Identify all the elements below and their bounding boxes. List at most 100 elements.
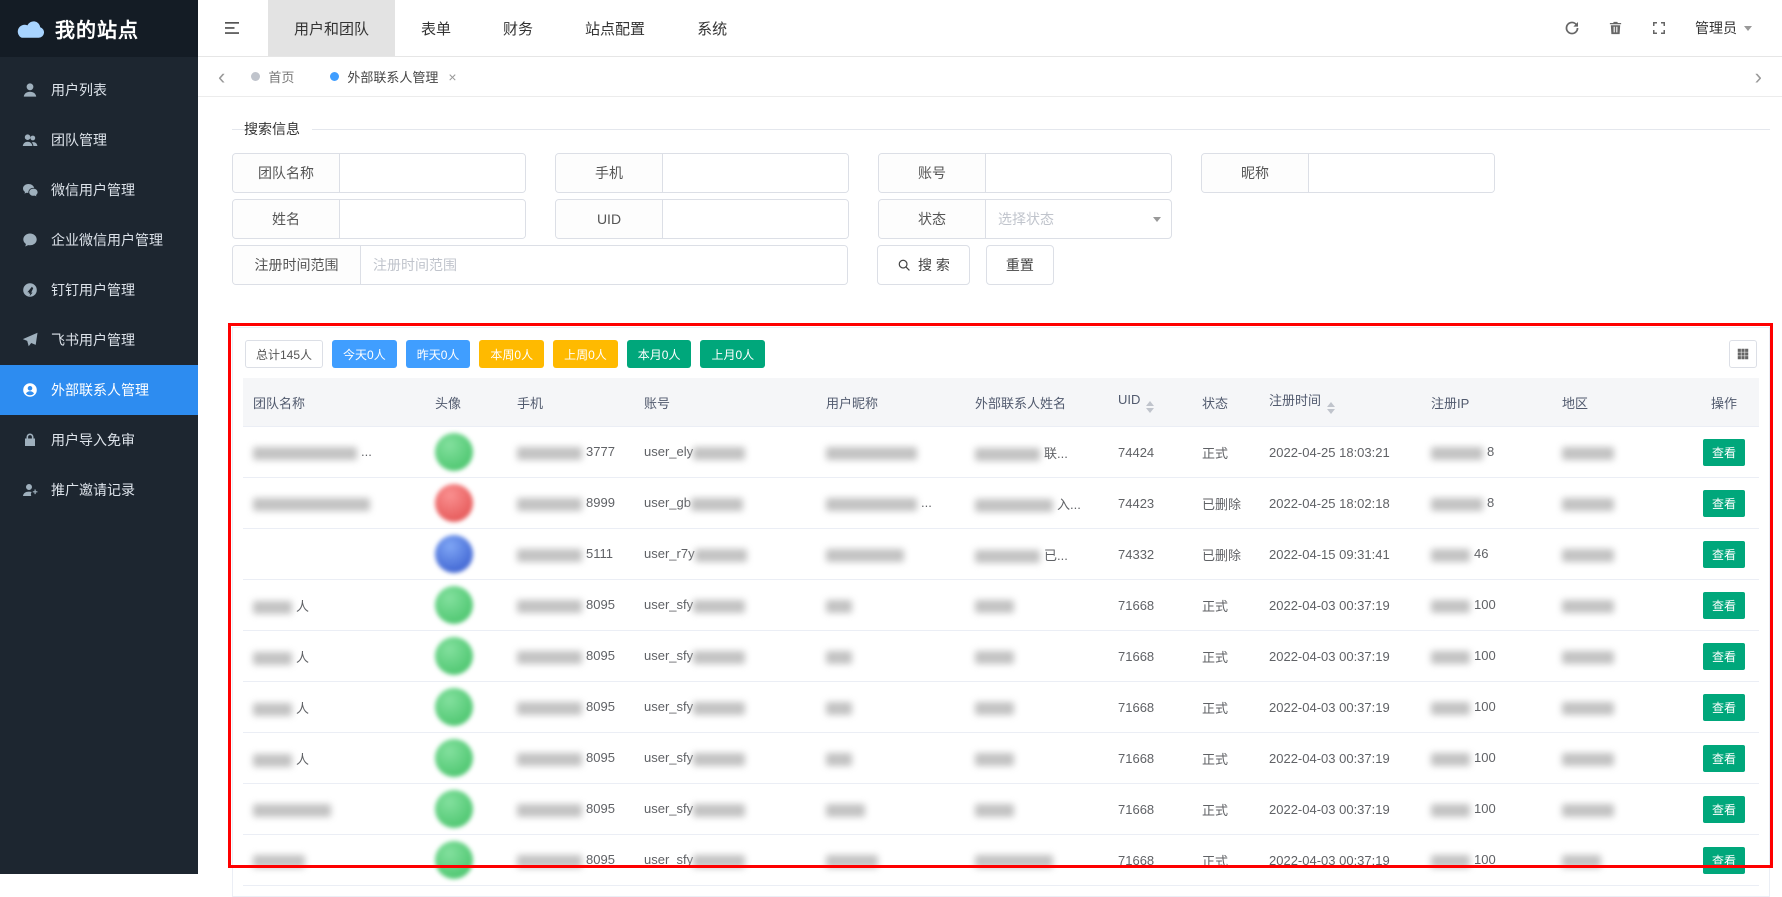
admin-menu[interactable]: 管理员	[1695, 18, 1752, 38]
view-button[interactable]: 查看	[1703, 439, 1745, 466]
trash-icon[interactable]	[1608, 20, 1623, 36]
redacted-text	[253, 855, 305, 868]
avatar	[435, 637, 473, 675]
view-button[interactable]: 查看	[1703, 643, 1745, 670]
view-button[interactable]: 查看	[1703, 847, 1745, 874]
nav-tab-3[interactable]: 站点配置	[559, 0, 671, 56]
redacted-text	[975, 651, 1014, 664]
redacted-text	[975, 855, 1053, 868]
wework-icon	[22, 232, 38, 248]
redacted-text	[1562, 447, 1614, 460]
team-name-input[interactable]	[340, 154, 525, 192]
view-button[interactable]: 查看	[1703, 694, 1745, 721]
column-header-4: 用户昵称	[816, 378, 965, 427]
sidebar-item-2[interactable]: 微信用户管理	[0, 165, 198, 215]
sidebar-item-3[interactable]: 企业微信用户管理	[0, 215, 198, 265]
stat-button-6[interactable]: 上月0人	[700, 340, 765, 368]
redacted-text	[1431, 651, 1470, 664]
nav-tab-1[interactable]: 表单	[395, 0, 477, 56]
redacted-text	[975, 804, 1014, 817]
stat-button-5[interactable]: 本月0人	[627, 340, 692, 368]
column-header-6[interactable]: UID	[1108, 378, 1192, 427]
reg-time-cell: 2022-04-25 18:03:21	[1259, 427, 1421, 478]
register-date-range-input[interactable]	[361, 246, 847, 284]
reset-button[interactable]: 重置	[986, 245, 1054, 285]
tab-close-icon[interactable]: ×	[448, 69, 456, 85]
uid-cell: 71668	[1108, 580, 1192, 631]
view-button[interactable]: 查看	[1703, 796, 1745, 823]
nav-tab-4[interactable]: 系统	[671, 0, 753, 56]
avatar	[435, 790, 473, 828]
uid-cell: 71668	[1108, 631, 1192, 682]
page-tab-0[interactable]: 首页	[251, 67, 294, 86]
app-window: 我的站点 用户列表团队管理微信用户管理企业微信用户管理钉钉用户管理飞书用户管理外…	[0, 0, 1782, 874]
nickname-field: 昵称	[1201, 153, 1495, 193]
wechat-icon	[22, 182, 38, 198]
redacted-text	[693, 855, 745, 868]
top-nav: 用户和团队表单财务站点配置系统	[268, 0, 753, 56]
sidebar-item-7[interactable]: 用户导入免审	[0, 415, 198, 465]
stat-button-4[interactable]: 上周0人	[553, 340, 618, 368]
refresh-icon[interactable]	[1564, 20, 1580, 36]
page-tab-1[interactable]: 外部联系人管理×	[330, 67, 456, 86]
column-header-label: UID	[1118, 392, 1140, 407]
redacted-text	[253, 601, 292, 614]
sidebar-item-1[interactable]: 团队管理	[0, 115, 198, 165]
view-button[interactable]: 查看	[1703, 541, 1745, 568]
stat-button-0[interactable]: 总计145人	[245, 340, 323, 368]
stat-button-1[interactable]: 今天0人	[332, 340, 397, 368]
stat-button-2[interactable]: 昨天0人	[406, 340, 471, 368]
view-button[interactable]: 查看	[1703, 490, 1745, 517]
redacted-text	[1431, 600, 1470, 613]
redacted-text	[826, 600, 852, 613]
table-card: 总计145人今天0人昨天0人本周0人上周0人本月0人上月0人 团队名称头像手机账…	[232, 327, 1770, 897]
sidebar-item-0[interactable]: 用户列表	[0, 65, 198, 115]
status-cell: 正式	[1192, 427, 1259, 478]
sort-icon[interactable]	[1146, 401, 1154, 413]
fullscreen-icon[interactable]	[1651, 20, 1667, 36]
contacts-table: 团队名称头像手机账号用户昵称外部联系人姓名UID状态注册时间注册IP地区操作 .…	[243, 378, 1759, 886]
status-field: 状态 选择状态	[878, 199, 1172, 239]
search-button[interactable]: 搜 索	[877, 245, 970, 285]
account-input[interactable]	[986, 154, 1171, 192]
redacted-text	[517, 651, 582, 664]
status-cell: 已删除	[1192, 529, 1259, 580]
uid-cell: 71668	[1108, 784, 1192, 835]
status-select[interactable]: 选择状态	[986, 200, 1171, 238]
view-button[interactable]: 查看	[1703, 592, 1745, 619]
nav-tab-0[interactable]: 用户和团队	[268, 0, 395, 56]
name-input[interactable]	[340, 200, 525, 238]
open-tabs: 首页 外部联系人管理×	[251, 67, 456, 86]
collapse-sidebar-icon[interactable]	[224, 20, 242, 36]
sidebar-item-6[interactable]: 外部联系人管理	[0, 365, 198, 415]
stats-row: 总计145人今天0人昨天0人本周0人上周0人本月0人上月0人	[243, 338, 1759, 378]
sidebar-item-5[interactable]: 飞书用户管理	[0, 315, 198, 365]
nav-tab-2[interactable]: 财务	[477, 0, 559, 56]
sidebar-item-label: 飞书用户管理	[51, 330, 135, 350]
invite-icon	[22, 482, 38, 498]
chevron-right-icon[interactable]: ›	[1749, 66, 1768, 88]
redacted-text	[253, 447, 357, 460]
uid-cell: 74424	[1108, 427, 1192, 478]
sidebar-item-4[interactable]: 钉钉用户管理	[0, 265, 198, 315]
sidebar-item-8[interactable]: 推广邀请记录	[0, 465, 198, 515]
sidebar-item-label: 用户列表	[51, 80, 107, 100]
nickname-input[interactable]	[1309, 154, 1494, 192]
chevron-left-icon[interactable]: ‹	[212, 66, 231, 88]
phone-input[interactable]	[663, 154, 848, 192]
top-header: 用户和团队表单财务站点配置系统 管理员	[198, 0, 1782, 57]
nickname-label: 昵称	[1202, 154, 1309, 192]
sort-icon[interactable]	[1327, 402, 1335, 414]
redacted-text	[1562, 549, 1614, 562]
column-settings-icon[interactable]	[1729, 340, 1757, 368]
column-header-label: 操作	[1711, 396, 1737, 411]
column-header-9: 注册IP	[1421, 378, 1552, 427]
view-button[interactable]: 查看	[1703, 745, 1745, 772]
admin-label: 管理员	[1695, 18, 1737, 38]
column-header-8[interactable]: 注册时间	[1259, 378, 1421, 427]
stat-button-3[interactable]: 本周0人	[479, 340, 544, 368]
uid-cell: 74423	[1108, 478, 1192, 529]
uid-input[interactable]	[663, 200, 848, 238]
dingtalk-icon	[22, 282, 38, 298]
sidebar-item-label: 推广邀请记录	[51, 480, 135, 500]
